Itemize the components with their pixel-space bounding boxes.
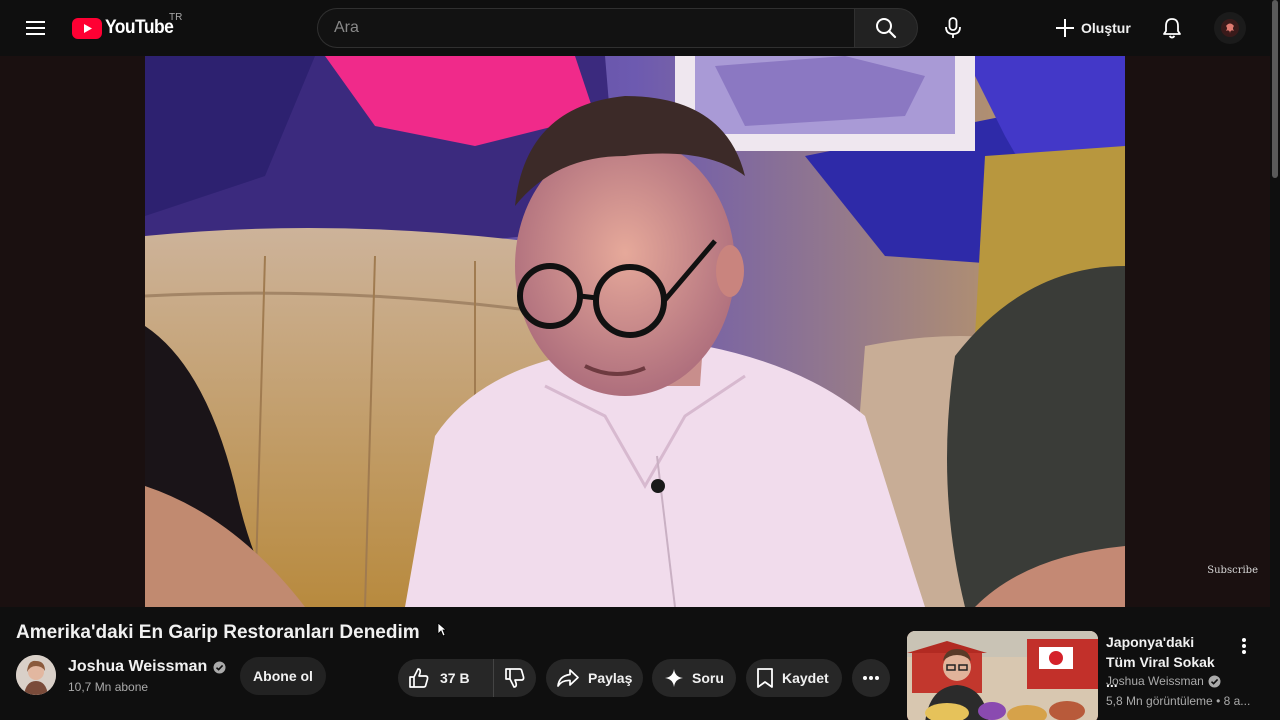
channel-avatar[interactable] <box>16 655 56 695</box>
youtube-logo[interactable]: YouTube <box>72 16 179 40</box>
channel-name-text[interactable]: Joshua Weissman <box>68 658 207 676</box>
region-code: TR <box>169 12 183 23</box>
page-scrollbar[interactable] <box>1270 0 1280 720</box>
share-label: Paylaş <box>588 670 633 686</box>
ask-label: Soru <box>692 670 724 686</box>
avatar-icon <box>1221 19 1239 37</box>
recommended-meta: 5,8 Mn görüntüleme • 8 a... <box>1106 694 1251 708</box>
more-actions-button[interactable] <box>852 659 890 697</box>
channel-name[interactable]: Joshua Weissman <box>68 658 226 676</box>
video-player[interactable]: Subscribe <box>0 56 1270 607</box>
menu-icon <box>26 21 45 35</box>
dislike-button[interactable] <box>494 659 536 697</box>
more-vertical-icon <box>1242 638 1246 654</box>
mouse-cursor-icon <box>437 622 447 637</box>
subscriber-count: 10,7 Mn abone <box>68 680 149 694</box>
scrollbar-thumb[interactable] <box>1272 0 1278 178</box>
search-bar: Ara <box>317 8 918 48</box>
recommended-thumbnail[interactable] <box>907 631 1098 720</box>
bookmark-icon <box>757 668 773 688</box>
bell-icon <box>1163 18 1181 39</box>
video-title: Amerika'daki En Garip Restoranları Dened… <box>16 622 420 643</box>
subscribe-button[interactable]: Abone ol <box>240 657 326 695</box>
video-frame[interactable] <box>145 56 1125 607</box>
search-input[interactable]: Ara <box>317 8 854 48</box>
notifications-button[interactable] <box>1152 8 1192 48</box>
recommended-thumbnail-image <box>907 631 1098 720</box>
voice-search-button[interactable] <box>933 8 973 48</box>
verified-icon <box>1208 675 1221 687</box>
share-button[interactable]: Paylaş <box>546 659 643 697</box>
plus-icon <box>1056 19 1074 37</box>
recommended-channel[interactable]: Joshua Weissman <box>1106 674 1221 688</box>
masthead: YouTube TR Ara Oluştur <box>0 0 1270 56</box>
like-dislike-group: 37 B <box>398 659 536 697</box>
verified-icon <box>213 661 226 673</box>
subscribe-label: Abone ol <box>253 668 313 684</box>
save-button[interactable]: Kaydet <box>746 659 842 697</box>
menu-button[interactable] <box>16 12 56 44</box>
search-icon <box>876 18 897 39</box>
create-button[interactable]: Oluştur <box>1047 10 1139 46</box>
channel-avatar-image <box>16 655 56 695</box>
create-label: Oluştur <box>1081 20 1131 36</box>
ask-button[interactable]: Soru <box>652 659 736 697</box>
like-button[interactable]: 37 B <box>398 659 494 697</box>
microphone-icon <box>945 17 961 38</box>
account-avatar[interactable] <box>1214 12 1246 44</box>
sparkle-icon <box>665 669 683 687</box>
subscribe-watermark[interactable]: Subscribe <box>1207 565 1258 576</box>
more-horizontal-icon <box>863 676 879 680</box>
youtube-logo-icon <box>72 17 102 39</box>
share-icon <box>557 669 579 687</box>
thumbs-up-icon <box>409 668 429 688</box>
search-button[interactable] <box>854 8 918 48</box>
video-still-image <box>145 56 1125 607</box>
save-label: Kaydet <box>782 670 829 686</box>
recommended-channel-name[interactable]: Joshua Weissman <box>1106 674 1204 688</box>
logo-text: YouTube <box>105 17 174 38</box>
thumbs-down-icon <box>505 668 525 688</box>
like-count: 37 B <box>440 670 470 686</box>
recommended-menu-button[interactable] <box>1230 634 1258 658</box>
